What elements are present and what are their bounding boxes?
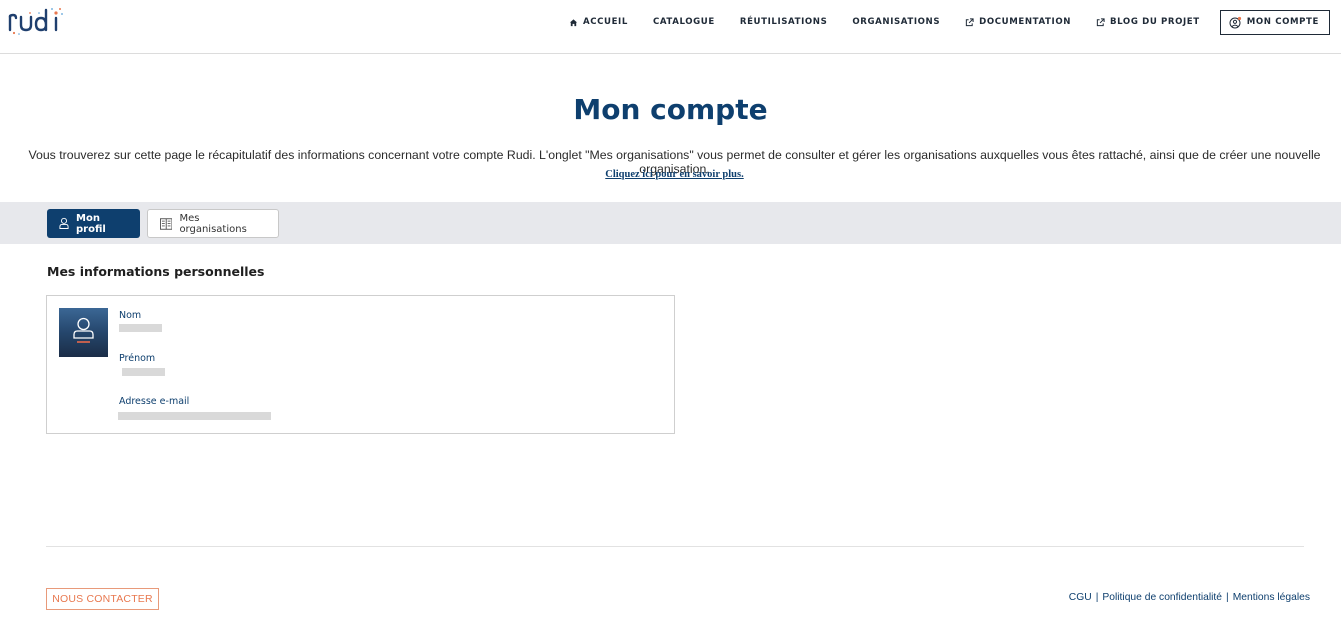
nav-catalogue-label: CATALOGUE <box>652 17 715 27</box>
account-button-label: MON COMPTE <box>1246 17 1319 27</box>
nav-organisations-label: ORGANISATIONS <box>852 17 941 27</box>
footer-separator: | <box>1095 592 1099 603</box>
page-title: Mon compte <box>573 93 768 126</box>
profile-card: Nom Prénom Adresse e-mail <box>46 295 675 434</box>
tab-mon-profil-label: Mon profil <box>76 212 106 235</box>
field-label-prenom: Prénom <box>119 353 156 364</box>
tab-mon-profil[interactable]: Mon profil <box>47 209 140 238</box>
main-nav: ACCUEIL CATALOGUE RÉUTILISATIONS ORGANIS… <box>544 9 1330 35</box>
account-button[interactable]: MON COMPTE <box>1219 9 1330 35</box>
home-icon <box>569 18 578 26</box>
rudi-logo[interactable] <box>6 4 66 36</box>
field-value-email <box>118 412 271 420</box>
nav-catalogue[interactable]: CATALOGUE <box>653 17 715 27</box>
footer-link-legal[interactable]: Mentions légales <box>1233 592 1310 603</box>
footer-divider <box>46 546 1304 547</box>
user-account-icon <box>1229 16 1241 28</box>
nav-blog[interactable]: BLOG DU PROJET <box>1096 17 1200 27</box>
section-title: Mes informations personnelles <box>47 264 265 279</box>
footer-separator: | <box>1226 592 1229 603</box>
external-link-icon <box>1096 17 1105 26</box>
nav-accueil[interactable]: ACCUEIL <box>569 17 628 27</box>
tab-mes-organisations[interactable]: Mes organisations <box>147 209 279 238</box>
tabs-bar: Mon profil Mes organisations <box>0 202 1341 244</box>
footer-link-privacy[interactable]: Politique de confidentialité <box>1102 592 1222 603</box>
field-value-prenom <box>122 368 165 376</box>
nav-reutilisations[interactable]: RÉUTILISATIONS <box>740 17 828 27</box>
nav-blog-label: BLOG DU PROJET <box>1110 17 1200 27</box>
user-icon <box>59 217 69 229</box>
avatar <box>59 308 108 357</box>
nav-accueil-label: ACCUEIL <box>582 17 628 27</box>
tab-mes-organisations-label: Mes organisations <box>179 212 247 235</box>
footer-links: CGU | Politique de confidentialité | Men… <box>1069 592 1310 603</box>
field-value-nom <box>119 324 162 332</box>
nav-documentation[interactable]: DOCUMENTATION <box>965 17 1071 27</box>
user-avatar-icon <box>73 317 94 343</box>
external-link-icon <box>965 17 974 26</box>
field-label-email: Adresse e-mail <box>119 396 190 407</box>
footer-link-cgu[interactable]: CGU <box>1069 592 1092 603</box>
building-icon <box>160 217 173 230</box>
site-header: ACCUEIL CATALOGUE RÉUTILISATIONS ORGANIS… <box>0 0 1341 54</box>
contact-button[interactable]: NOUS CONTACTER <box>46 588 159 610</box>
nav-documentation-label: DOCUMENTATION <box>979 17 1072 27</box>
learn-more-link[interactable]: Cliquez ici pour en savoir plus. <box>0 169 1341 180</box>
nav-reutilisations-label: RÉUTILISATIONS <box>739 17 828 27</box>
field-label-nom: Nom <box>119 310 142 321</box>
nav-organisations[interactable]: ORGANISATIONS <box>852 17 940 27</box>
